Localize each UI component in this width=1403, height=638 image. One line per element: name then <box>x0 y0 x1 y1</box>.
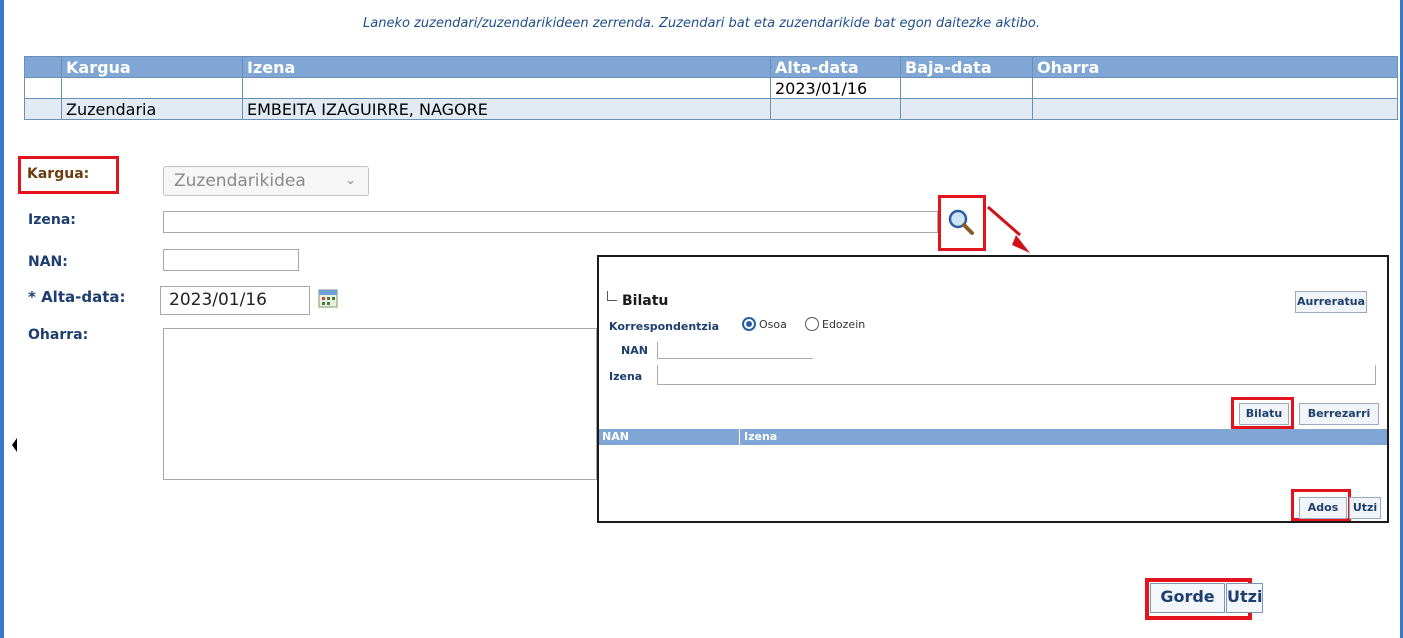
table-row[interactable]: Zuzendaria EMBEITA IZAGUIRRE, NAGORE <box>24 98 1398 120</box>
cell-izena: EMBEITA IZAGUIRRE, NAGORE <box>242 98 771 120</box>
nan-label: NAN: <box>28 254 68 270</box>
annotation-arrow-icon <box>987 205 1030 253</box>
list-caption: Laneko zuzendari/zuzendarikideen zerrend… <box>363 16 1040 31</box>
advanced-search-button[interactable]: Aurreratua <box>1295 291 1367 313</box>
row-selector[interactable] <box>24 77 62 99</box>
col-header-alta-data[interactable]: Alta-data <box>770 56 901 78</box>
popup-izena-input[interactable] <box>657 365 1376 385</box>
cell-oharra <box>1032 77 1398 99</box>
search-dialog: Bilatu Aurreratua Korrespondentzia Osoa … <box>597 255 1389 523</box>
collapse-arrow-icon[interactable] <box>12 438 17 452</box>
popup-izena-label: Izena <box>609 370 643 383</box>
alta-data-input[interactable]: 2023/01/16 <box>160 286 310 315</box>
popup-nan-input[interactable] <box>657 342 813 359</box>
managers-table: Kargua Izena Alta-data Baja-data Oharra … <box>24 56 1398 120</box>
calendar-icon[interactable] <box>318 288 338 308</box>
table-header-row: Kargua Izena Alta-data Baja-data Oharra <box>24 56 1398 78</box>
kargua-label: Kargua: <box>27 166 90 182</box>
radio-any[interactable] <box>805 317 819 331</box>
popup-nan-label: NAN <box>621 344 648 357</box>
cell-kargua <box>61 77 243 99</box>
cell-izena <box>242 77 771 99</box>
cell-baja-data <box>900 98 1033 120</box>
correspondence-label: Korrespondentzia <box>609 320 720 333</box>
col-header-izena[interactable]: Izena <box>242 56 771 78</box>
dialog-cancel-button[interactable]: Utzi <box>1349 497 1381 519</box>
person-search-button[interactable] <box>938 195 986 251</box>
left-frame-border <box>0 0 4 638</box>
dialog-search-button[interactable]: Bilatu <box>1239 403 1289 425</box>
col-header-oharra[interactable]: Oharra <box>1032 56 1398 78</box>
radio-exact[interactable] <box>742 317 756 331</box>
col-header-baja-data[interactable]: Baja-data <box>900 56 1033 78</box>
oharra-textarea[interactable] <box>163 328 597 480</box>
cell-oharra <box>1032 98 1398 120</box>
kargua-select[interactable]: Zuzendarikidea ⌄ <box>163 166 369 196</box>
cell-kargua: Zuzendaria <box>61 98 243 120</box>
save-button[interactable]: Gorde <box>1150 583 1225 613</box>
cancel-button[interactable]: Utzi <box>1226 583 1263 613</box>
row-selector-header <box>24 56 62 78</box>
results-col-izena[interactable]: Izena <box>744 430 777 443</box>
dialog-ok-button[interactable]: Ados <box>1299 497 1347 519</box>
row-selector[interactable] <box>24 98 62 120</box>
oharra-label: Oharra: <box>28 327 89 343</box>
nan-input[interactable] <box>163 249 299 271</box>
alta-data-label: * Alta-data: <box>28 288 126 306</box>
column-divider <box>739 429 740 445</box>
col-header-kargua[interactable]: Kargua <box>61 56 243 78</box>
magnifier-icon <box>948 209 974 235</box>
izena-label: Izena: <box>28 212 76 228</box>
results-header: NAN Izena <box>599 429 1387 445</box>
cell-alta-data <box>770 98 901 120</box>
kargua-select-value: Zuzendarikidea <box>174 171 306 191</box>
radio-exact-label: Osoa <box>759 318 787 331</box>
cell-baja-data <box>900 77 1033 99</box>
collapse-corner-icon[interactable] <box>607 291 617 301</box>
radio-dot-icon <box>746 321 752 327</box>
results-col-nan[interactable]: NAN <box>602 430 629 443</box>
chevron-down-icon: ⌄ <box>345 173 356 188</box>
dialog-reset-button[interactable]: Berrezarri <box>1299 403 1379 425</box>
izena-input[interactable] <box>163 211 938 233</box>
radio-any-label: Edozein <box>822 318 866 331</box>
dialog-title: Bilatu <box>622 293 669 309</box>
table-row[interactable]: 2023/01/16 <box>24 77 1398 99</box>
cell-alta-data: 2023/01/16 <box>770 77 901 99</box>
